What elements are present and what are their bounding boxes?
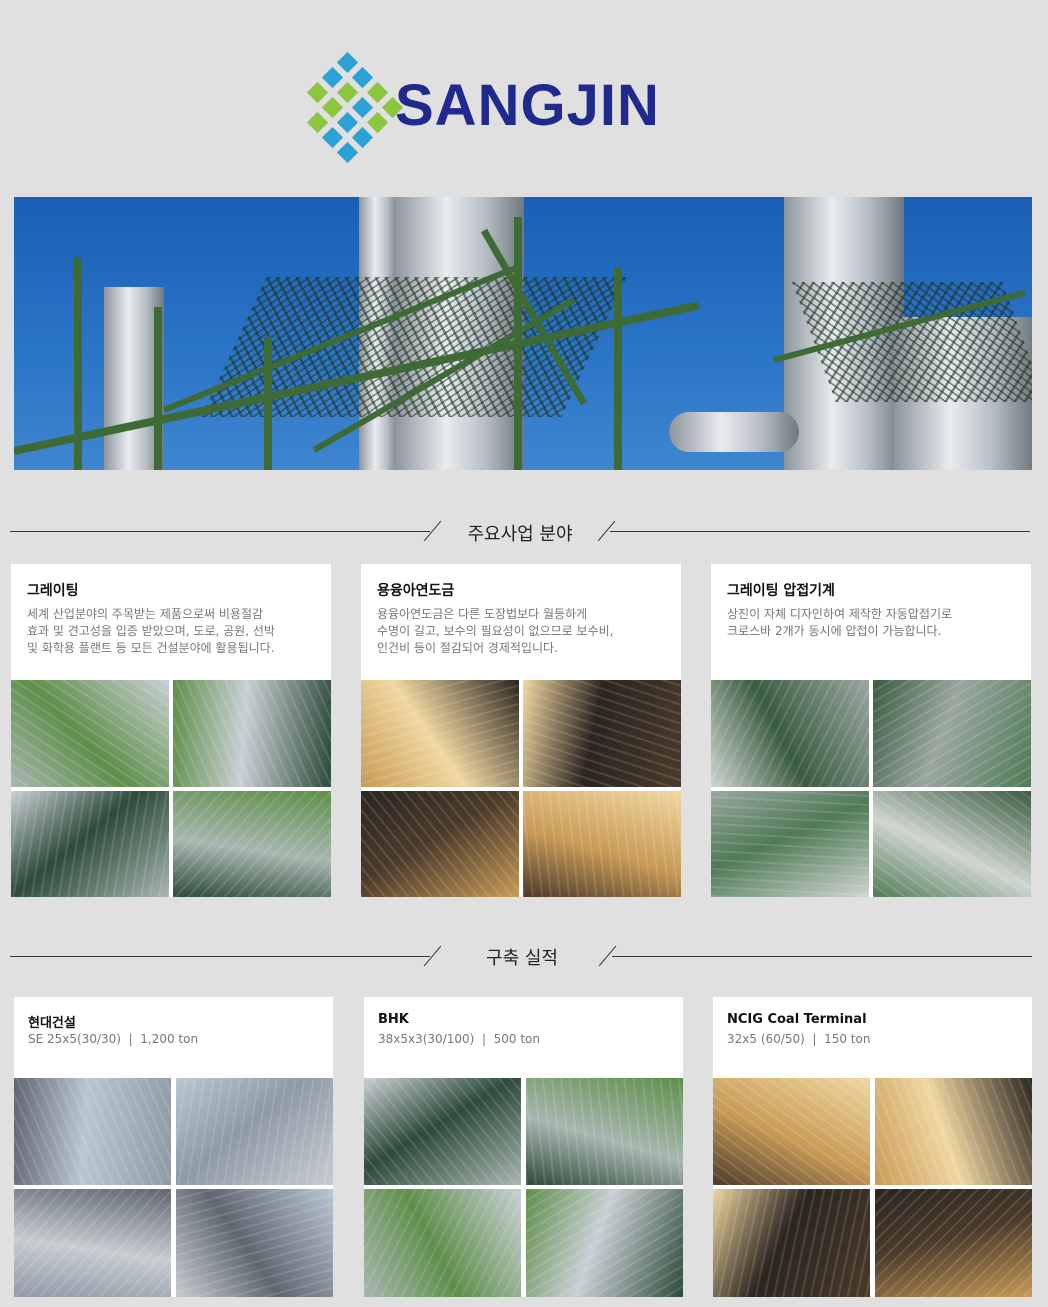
business-card-photo (711, 680, 869, 787)
business-card-photo (361, 680, 519, 787)
project-card-photo (526, 1189, 683, 1297)
logo-tile (321, 96, 344, 119)
project-card-photo (364, 1078, 521, 1185)
logo-tile (351, 126, 374, 149)
brand-logo[interactable]: SANGJIN (300, 50, 700, 164)
logo-tile (366, 81, 389, 104)
business-card-title: 용융아연도금 (377, 583, 455, 599)
business-card-photo (873, 680, 1031, 787)
section-title-business: 주요사업 분야 (467, 524, 573, 545)
business-card-description: 세계 산업분야의 주목받는 제품으로써 비용절감 효과 및 견고성을 입증 받았… (27, 607, 275, 655)
business-card-photo (523, 791, 681, 897)
business-card-photo (11, 791, 169, 897)
business-card-photo (361, 791, 519, 897)
business-card-description: 용융아연도금은 다른 도장법보다 월등하게 수명이 길고, 보수의 필요성이 없… (377, 607, 614, 655)
project-card-photo (875, 1078, 1032, 1185)
business-card-photo (173, 680, 331, 787)
project-card-photo (364, 1189, 521, 1297)
business-card-photo (173, 791, 331, 897)
brand-name: SANGJIN (395, 73, 660, 138)
logo-tile (351, 66, 374, 89)
logo-tile (351, 96, 374, 119)
hero-banner-image (14, 197, 1032, 470)
section-divider-right (610, 531, 1030, 532)
business-card[interactable]: 용융아연도금용융아연도금은 다른 도장법보다 월등하게 수명이 길고, 보수의 … (361, 564, 681, 897)
logo-tile (336, 51, 359, 74)
project-card-photo (14, 1189, 171, 1297)
business-card-photo (873, 791, 1031, 897)
business-card-photo (11, 680, 169, 787)
business-card[interactable]: 그레이팅 압접기계상진이 자체 디자인하여 제작한 자동압접기로 크로스바 2개… (711, 564, 1031, 897)
logo-tile (306, 111, 329, 134)
project-card-photo (713, 1189, 870, 1297)
project-card-photo (14, 1078, 171, 1185)
section-divider-left (10, 956, 430, 957)
project-card[interactable]: NCIG Coal Terminal 32x5 (60/50) | 150 ton (713, 997, 1032, 1297)
project-card[interactable]: 현대건설 SE 25x5(30/30) | 1,200 ton (14, 997, 333, 1297)
logo-tile (336, 81, 359, 104)
business-card-title: 그레이팅 (27, 583, 79, 599)
section-divider-right (612, 956, 1032, 957)
business-card-photo (523, 680, 681, 787)
project-card-spec: 32x5 (60/50) | 150 ton (727, 1032, 871, 1046)
project-card-spec: SE 25x5(30/30) | 1,200 ton (28, 1032, 199, 1046)
logo-tile (366, 111, 389, 134)
logo-tile (306, 81, 329, 104)
section-divider-left (10, 531, 430, 532)
logo-tile (336, 111, 359, 134)
project-card-photo (176, 1078, 333, 1185)
project-card-photo (176, 1189, 333, 1297)
section-title-projects: 구축 실적 (486, 948, 558, 969)
business-card-photo (711, 791, 869, 897)
project-card-photo (526, 1078, 683, 1185)
diamond-grid-logo-icon (300, 50, 404, 164)
logo-tile (321, 66, 344, 89)
project-card-title: NCIG Coal Terminal (727, 1012, 867, 1027)
project-card-photo (713, 1078, 870, 1185)
project-card-photo (875, 1189, 1032, 1297)
project-card-title: 현대건설 (28, 1016, 76, 1031)
project-card[interactable]: BHK 38x5x3(30/100) | 500 ton (364, 997, 683, 1297)
business-card-description: 상진이 자체 디자인하여 제작한 자동압접기로 크로스바 2개가 동시에 압접이… (727, 607, 953, 638)
project-card-spec: 38x5x3(30/100) | 500 ton (378, 1032, 540, 1046)
business-card-title: 그레이팅 압접기계 (727, 583, 835, 599)
business-card[interactable]: 그레이팅세계 산업분야의 주목받는 제품으로써 비용절감 효과 및 견고성을 입… (11, 564, 331, 897)
logo-tile (321, 126, 344, 149)
project-card-title: BHK (378, 1012, 409, 1027)
logo-tile (336, 141, 359, 164)
